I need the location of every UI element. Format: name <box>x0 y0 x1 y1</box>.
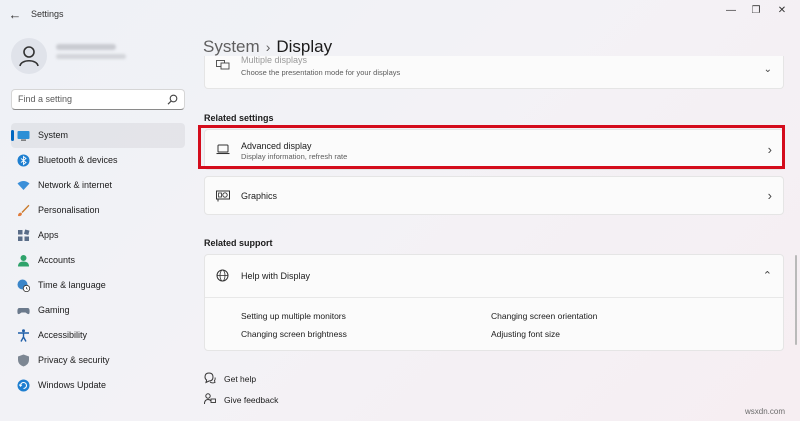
monitor-icon <box>17 131 30 141</box>
sidebar-item-system[interactable]: System <box>11 123 185 148</box>
shield-icon <box>18 354 29 367</box>
sidebar-item-windows-update[interactable]: Windows Update <box>11 373 185 398</box>
help-link-screen-orientation[interactable]: Changing screen orientation <box>491 311 597 321</box>
card-title: Help with Display <box>241 271 311 281</box>
page-title: Display <box>276 37 333 56</box>
help-with-display-header[interactable]: Help with Display ⌃ <box>205 255 783 298</box>
search-icon[interactable] <box>167 94 178 105</box>
sidebar-nav: System Bluetooth & devices Network & int… <box>11 123 185 398</box>
watermark: wsxdn.com <box>745 407 786 416</box>
card-title: Graphics <box>241 191 278 201</box>
close-button[interactable]: ✕ <box>772 4 792 18</box>
globe-clock-icon <box>17 279 30 292</box>
title-bar: ← Settings — ❐ ✕ <box>0 0 800 30</box>
sidebar-item-label: System <box>38 130 69 140</box>
card-title: Multiple displays <box>241 55 308 65</box>
sidebar-item-label: Personalisation <box>38 205 100 215</box>
bluetooth-icon <box>17 154 30 167</box>
scrollbar[interactable] <box>795 255 797 345</box>
sidebar-item-label: Privacy & security <box>38 355 110 365</box>
card-subtitle: Choose the presentation mode for your di… <box>241 68 401 77</box>
sidebar-item-accounts[interactable]: Accounts <box>11 248 185 273</box>
multiple-displays-card[interactable]: Multiple displays Choose the presentatio… <box>204 55 784 89</box>
related-support-heading: Related support <box>204 238 273 248</box>
get-help-link[interactable]: Get help <box>224 374 256 384</box>
help-with-display-card: Help with Display ⌃ Setting up multiple … <box>204 254 784 351</box>
wifi-icon <box>17 181 30 190</box>
sidebar-item-label: Accounts <box>38 255 76 265</box>
update-icon <box>17 379 30 392</box>
sidebar-item-personalisation[interactable]: Personalisation <box>11 198 185 223</box>
person-icon <box>18 255 29 267</box>
maximize-button[interactable]: ❐ <box>746 4 766 18</box>
sidebar-item-gaming[interactable]: Gaming <box>11 298 185 323</box>
sidebar-item-label: Network & internet <box>38 180 113 190</box>
get-help-icon <box>204 372 216 384</box>
breadcrumb-separator: › <box>265 39 271 55</box>
graphics-card-icon <box>216 190 230 202</box>
user-email-redacted <box>56 54 126 59</box>
sidebar-item-label: Accessibility <box>38 330 88 340</box>
chevron-up-icon[interactable]: ⌃ <box>763 269 772 282</box>
sidebar-item-apps[interactable]: Apps <box>11 223 185 248</box>
brush-icon <box>18 204 30 217</box>
accessibility-icon <box>18 329 29 342</box>
related-settings-heading: Related settings <box>204 113 274 123</box>
app-title: Settings <box>31 9 64 19</box>
sidebar-item-time-language[interactable]: Time & language <box>11 273 185 298</box>
sidebar-item-label: Gaming <box>38 305 70 315</box>
minimize-button[interactable]: — <box>721 4 741 18</box>
chevron-right-icon[interactable]: › <box>768 188 772 203</box>
chevron-down-icon[interactable]: ⌄ <box>764 64 772 75</box>
sidebar-item-label: Time & language <box>38 280 106 290</box>
help-link-multiple-monitors[interactable]: Setting up multiple monitors <box>241 311 346 321</box>
avatar[interactable] <box>11 38 47 74</box>
sidebar-item-label: Windows Update <box>38 380 107 390</box>
back-button[interactable]: ← <box>6 6 24 24</box>
help-link-font-size[interactable]: Adjusting font size <box>491 329 560 339</box>
gamepad-icon <box>17 308 30 315</box>
search-box[interactable] <box>11 89 185 110</box>
graphics-card[interactable]: Graphics › <box>204 176 784 215</box>
breadcrumb: System › Display <box>203 37 332 57</box>
highlight-box <box>198 125 785 169</box>
breadcrumb-parent[interactable]: System <box>203 37 260 56</box>
sidebar-item-bluetooth[interactable]: Bluetooth & devices <box>11 148 185 173</box>
search-input[interactable] <box>18 94 168 104</box>
sidebar-item-label: Apps <box>38 230 59 240</box>
sidebar-item-accessibility[interactable]: Accessibility <box>11 323 185 348</box>
multiple-displays-icon <box>216 60 230 70</box>
help-link-screen-brightness[interactable]: Changing screen brightness <box>241 329 347 339</box>
sidebar-item-privacy-security[interactable]: Privacy & security <box>11 348 185 373</box>
feedback-icon <box>204 393 216 405</box>
apps-icon <box>18 229 30 241</box>
globe-help-icon <box>216 269 229 282</box>
user-name-redacted <box>56 44 116 50</box>
sidebar-item-label: Bluetooth & devices <box>38 155 118 165</box>
sidebar-item-network[interactable]: Network & internet <box>11 173 185 198</box>
person-icon <box>19 46 39 67</box>
give-feedback-link[interactable]: Give feedback <box>224 395 278 405</box>
